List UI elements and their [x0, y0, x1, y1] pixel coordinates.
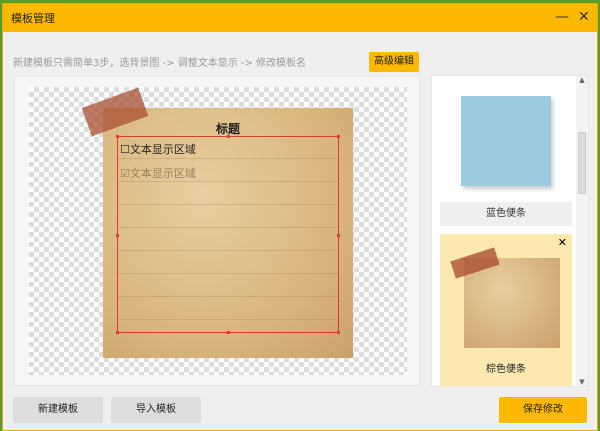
template-name[interactable]: 蓝色便条	[440, 202, 572, 226]
scrollbar[interactable]: ▲ ▼	[576, 76, 588, 386]
note-paper: 标题 ☐文本显示区域 ☑文本显示区域	[103, 108, 353, 358]
editor-canvas: 标题 ☐文本显示区域 ☑文本显示区域	[14, 76, 420, 386]
checkbox-icon[interactable]: ☐	[120, 143, 130, 156]
import-template-button[interactable]: 导入模板	[111, 397, 201, 423]
resize-handle[interactable]	[227, 331, 230, 334]
template-list: 蓝色便条 ✕ 棕色便条 ▲ ▼	[431, 75, 589, 387]
template-name: 棕色便条	[486, 364, 526, 375]
minimize-icon[interactable]: —	[555, 9, 569, 25]
close-icon[interactable]: ✕	[578, 9, 590, 25]
text-row[interactable]: ☐文本显示区域	[120, 141, 196, 157]
checked-checkbox-icon[interactable]: ☑	[120, 167, 130, 180]
template-thumbnail-blue[interactable]	[461, 96, 551, 186]
template-manager-window: 模板管理 — ✕ 新建模板只需简单3步，选背景图 -> 调整文本显示 -> 修改…	[2, 3, 598, 431]
resize-handle[interactable]	[227, 135, 230, 138]
delete-icon[interactable]: ✕	[558, 236, 567, 249]
text-area-selection[interactable]: ☐文本显示区域 ☑文本显示区域	[116, 135, 340, 334]
resize-handle[interactable]	[116, 135, 119, 138]
resize-handle[interactable]	[116, 234, 119, 237]
save-changes-button[interactable]: 保存修改	[499, 397, 587, 423]
advanced-edit-button[interactable]: 高级编辑	[369, 52, 419, 72]
resize-handle[interactable]	[337, 135, 340, 138]
template-thumbnail-brown	[464, 258, 560, 348]
scroll-up-icon[interactable]: ▲	[576, 76, 588, 84]
new-template-button[interactable]: 新建模板	[13, 397, 103, 423]
text-row[interactable]: ☑文本显示区域	[120, 165, 196, 181]
resize-handle[interactable]	[116, 331, 119, 334]
title-bar: 模板管理 — ✕	[3, 4, 597, 32]
window-title: 模板管理	[11, 12, 55, 25]
resize-handle[interactable]	[337, 234, 340, 237]
instructions-text: 新建模板只需简单3步，选背景图 -> 调整文本显示 -> 修改模板名	[13, 58, 307, 69]
template-card-selected[interactable]: ✕ 棕色便条	[440, 234, 572, 386]
scroll-down-icon[interactable]: ▼	[576, 378, 588, 386]
scrollbar-thumb[interactable]	[578, 132, 586, 194]
resize-handle[interactable]	[337, 331, 340, 334]
